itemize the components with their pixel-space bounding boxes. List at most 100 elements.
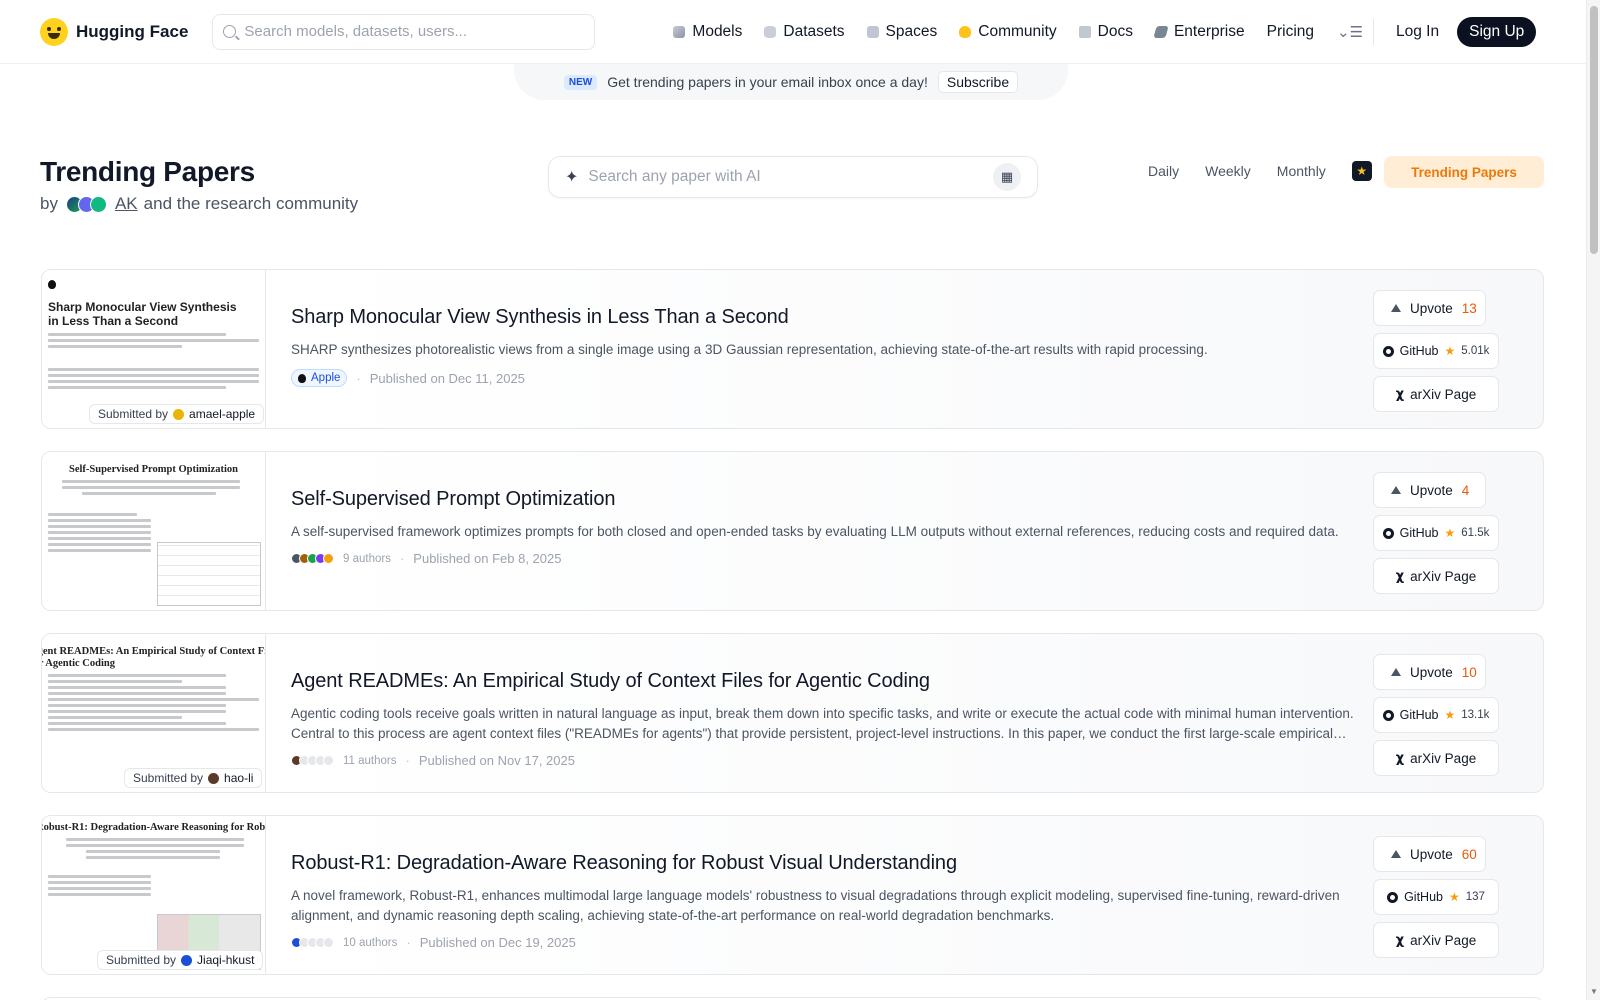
- arxiv-button[interactable]: χ arXiv Page: [1373, 922, 1499, 958]
- org-name: Apple: [311, 372, 341, 384]
- submitted-by-chip[interactable]: Submitted by amael-apple: [89, 404, 265, 424]
- search-input[interactable]: [244, 23, 585, 40]
- paper-title[interactable]: Sharp Monocular View Synthesis in Less T…: [291, 306, 1361, 329]
- nav-pricing[interactable]: Pricing: [1258, 23, 1323, 41]
- upvote-arrow-icon: [1391, 304, 1401, 312]
- authors-count[interactable]: 9 authors: [343, 553, 391, 565]
- database-icon: [764, 25, 777, 38]
- tab-daily[interactable]: Daily: [1148, 163, 1179, 179]
- meta-separator: ·: [405, 753, 410, 768]
- github-button[interactable]: GitHub ★ 13.1k: [1373, 697, 1499, 733]
- star-icon[interactable]: ★: [1351, 161, 1372, 181]
- paper-actions: Upvote 4 GitHub ★ 61.5k χ arXiv Page: [1373, 472, 1499, 601]
- nav-enterprise[interactable]: Enterprise: [1146, 23, 1254, 41]
- submitted-by-chip[interactable]: Submitted by hao-li: [124, 768, 263, 788]
- authors-count[interactable]: 10 authors: [343, 937, 397, 949]
- nav-models-label: Models: [692, 22, 743, 40]
- submitted-by-chip[interactable]: Submitted by Jiaqi-hkust: [97, 950, 264, 970]
- thumbnail-text-line: [48, 704, 227, 708]
- ai-search-button[interactable]: ▦: [993, 163, 1021, 191]
- paper-thumbnail[interactable]: Self-Supervised Prompt Optimization: [42, 452, 266, 610]
- nav-enterprise-label: Enterprise: [1173, 22, 1245, 40]
- paper-actions: Upvote 13 GitHub ★ 5.01k χ arXiv Page: [1373, 290, 1499, 419]
- nav-community[interactable]: Community: [950, 23, 1065, 41]
- upvote-arrow-icon: [1391, 486, 1401, 494]
- arxiv-label: arXiv Page: [1410, 932, 1477, 948]
- upvote-count: 13: [1461, 300, 1477, 316]
- author-link[interactable]: AK: [115, 194, 138, 214]
- thumbnail-text-line: [48, 686, 227, 690]
- ai-search-input[interactable]: [588, 168, 983, 186]
- github-button[interactable]: GitHub ★ 5.01k: [1373, 333, 1499, 369]
- paper-title[interactable]: Self-Supervised Prompt Optimization: [291, 488, 1361, 511]
- paper-title[interactable]: Robust-R1: Degradation-Aware Reasoning f…: [291, 852, 1361, 875]
- arxiv-button[interactable]: χ arXiv Page: [1373, 558, 1499, 594]
- upvote-button[interactable]: Upvote 4: [1373, 472, 1486, 508]
- github-button[interactable]: GitHub ★ 61.5k: [1373, 515, 1499, 551]
- github-stars: 5.01k: [1461, 345, 1490, 357]
- thumbnail-text-line: [82, 492, 216, 496]
- paper-body: Self-Supervised Prompt Optimization A se…: [291, 488, 1361, 566]
- upvote-button[interactable]: Upvote 60: [1373, 836, 1486, 872]
- github-label: GitHub: [1399, 526, 1439, 540]
- paper-actions: Upvote 10 GitHub ★ 13.1k χ arXiv Page: [1373, 654, 1499, 783]
- arxiv-button[interactable]: χ arXiv Page: [1373, 376, 1499, 412]
- thumbnail-text-line: [48, 531, 151, 535]
- nav-spaces[interactable]: Spaces: [858, 23, 947, 41]
- tab-monthly[interactable]: Monthly: [1277, 163, 1326, 179]
- brand-link[interactable]: Hugging Face: [40, 17, 189, 46]
- upvote-arrow-icon: [1391, 850, 1401, 858]
- thumbnail-text-line: [66, 844, 245, 848]
- login-link[interactable]: Log In: [1386, 23, 1449, 41]
- scrollbar-thumb[interactable]: [1590, 6, 1598, 254]
- submitter-avatar: [173, 408, 185, 420]
- global-search[interactable]: [212, 13, 596, 50]
- more-menu-icon[interactable]: ⌄☰: [1337, 23, 1363, 41]
- star-icon: ★: [1444, 526, 1456, 540]
- cube-icon: ▦: [1000, 169, 1014, 184]
- avatar: [89, 195, 107, 213]
- upvote-button[interactable]: Upvote 10: [1373, 654, 1486, 690]
- author-avatars[interactable]: [291, 755, 334, 766]
- thumbnail-text-line: [48, 881, 151, 885]
- thumbnail-text-line: [48, 338, 259, 342]
- paper-thumbnail[interactable]: Sharp Monocular View Synthesis in Less T…: [42, 270, 266, 428]
- upvote-label: Upvote: [1410, 300, 1453, 316]
- nav-datasets[interactable]: Datasets: [755, 23, 853, 41]
- upvote-button[interactable]: Upvote 13: [1373, 290, 1486, 326]
- author-avatars[interactable]: [291, 937, 334, 948]
- arxiv-x-icon: χ: [1395, 386, 1405, 402]
- paper-card[interactable]: Self-Supervised Prompt Optimization Self…: [41, 451, 1544, 611]
- enterprise-icon: [1153, 25, 1169, 38]
- paper-thumbnail[interactable]: Agent READMEs: An Empirical Study of Con…: [42, 634, 266, 792]
- submitted-by-label: Submitted by: [106, 953, 177, 967]
- authors-count[interactable]: 11 authors: [343, 755, 397, 767]
- ai-paper-search[interactable]: ✦ ▦: [548, 156, 1038, 198]
- brand-name: Hugging Face: [76, 21, 189, 41]
- nav-docs[interactable]: Docs: [1070, 23, 1142, 41]
- grid-icon: [866, 25, 879, 38]
- subscribe-button[interactable]: Subscribe: [937, 71, 1019, 93]
- github-button[interactable]: GitHub ★ 137: [1373, 879, 1499, 915]
- arxiv-button[interactable]: χ arXiv Page: [1373, 740, 1499, 776]
- thumbnail-text-line: [48, 716, 182, 720]
- scroll-down-icon[interactable]: ▼: [1590, 987, 1598, 996]
- nav-datasets-label: Datasets: [783, 22, 845, 40]
- nav-models[interactable]: Models: [664, 23, 751, 41]
- page-scrollbar[interactable]: ▼: [1586, 0, 1600, 1000]
- paper-card[interactable]: Agent READMEs: An Empirical Study of Con…: [41, 633, 1544, 793]
- paper-card[interactable]: Sharp Monocular View Synthesis in Less T…: [41, 269, 1544, 429]
- paper-thumbnail[interactable]: Robust-R1: Degradation-Aware Reasoning f…: [42, 816, 266, 974]
- paper-card[interactable]: Robust-R1: Degradation-Aware Reasoning f…: [41, 815, 1544, 975]
- org-badge[interactable]: Apple: [291, 369, 348, 387]
- nav-pricing-label: Pricing: [1266, 22, 1315, 40]
- paper-title[interactable]: Agent READMEs: An Empirical Study of Con…: [291, 670, 1361, 693]
- signup-button[interactable]: Sign Up: [1457, 16, 1537, 47]
- tab-weekly[interactable]: Weekly: [1205, 163, 1251, 179]
- trending-papers-button[interactable]: Trending Papers: [1384, 156, 1544, 188]
- community-icon: [959, 25, 972, 38]
- nav-community-label: Community: [978, 22, 1057, 40]
- paper-meta: 10 authors · Published on Dec 19, 2025: [291, 935, 1361, 950]
- author-avatars[interactable]: [291, 553, 334, 564]
- thumbnail-text-line: [48, 344, 182, 348]
